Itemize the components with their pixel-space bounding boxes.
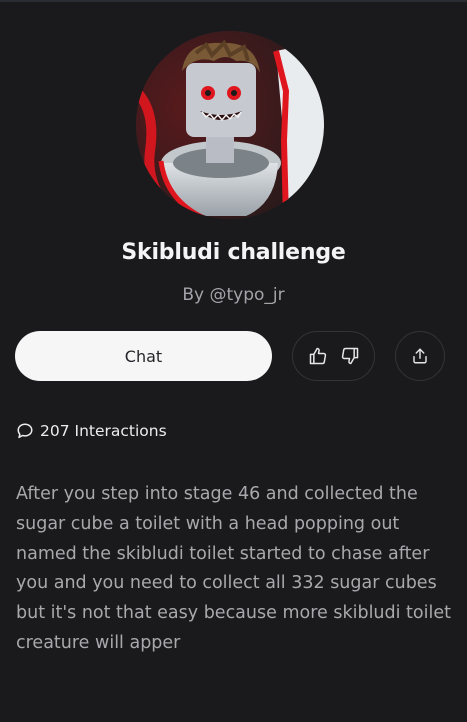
thumbs-up-icon[interactable] bbox=[307, 345, 329, 367]
top-border bbox=[0, 0, 467, 2]
character-title: Skibludi challenge bbox=[121, 240, 346, 265]
chat-button[interactable]: Chat bbox=[15, 331, 272, 381]
thumbs-down-icon[interactable] bbox=[339, 345, 361, 367]
interactions-label: 207 Interactions bbox=[40, 422, 167, 440]
character-description: After you step into stage 46 and collect… bbox=[16, 484, 451, 653]
share-button[interactable] bbox=[395, 331, 445, 381]
chat-bubble-icon bbox=[16, 422, 34, 440]
interactions-count: 207 Interactions bbox=[16, 420, 167, 442]
author-handle[interactable]: By @typo_jr bbox=[0, 285, 467, 305]
vote-group bbox=[292, 331, 375, 381]
share-icon bbox=[413, 348, 427, 364]
character-avatar bbox=[136, 31, 324, 219]
